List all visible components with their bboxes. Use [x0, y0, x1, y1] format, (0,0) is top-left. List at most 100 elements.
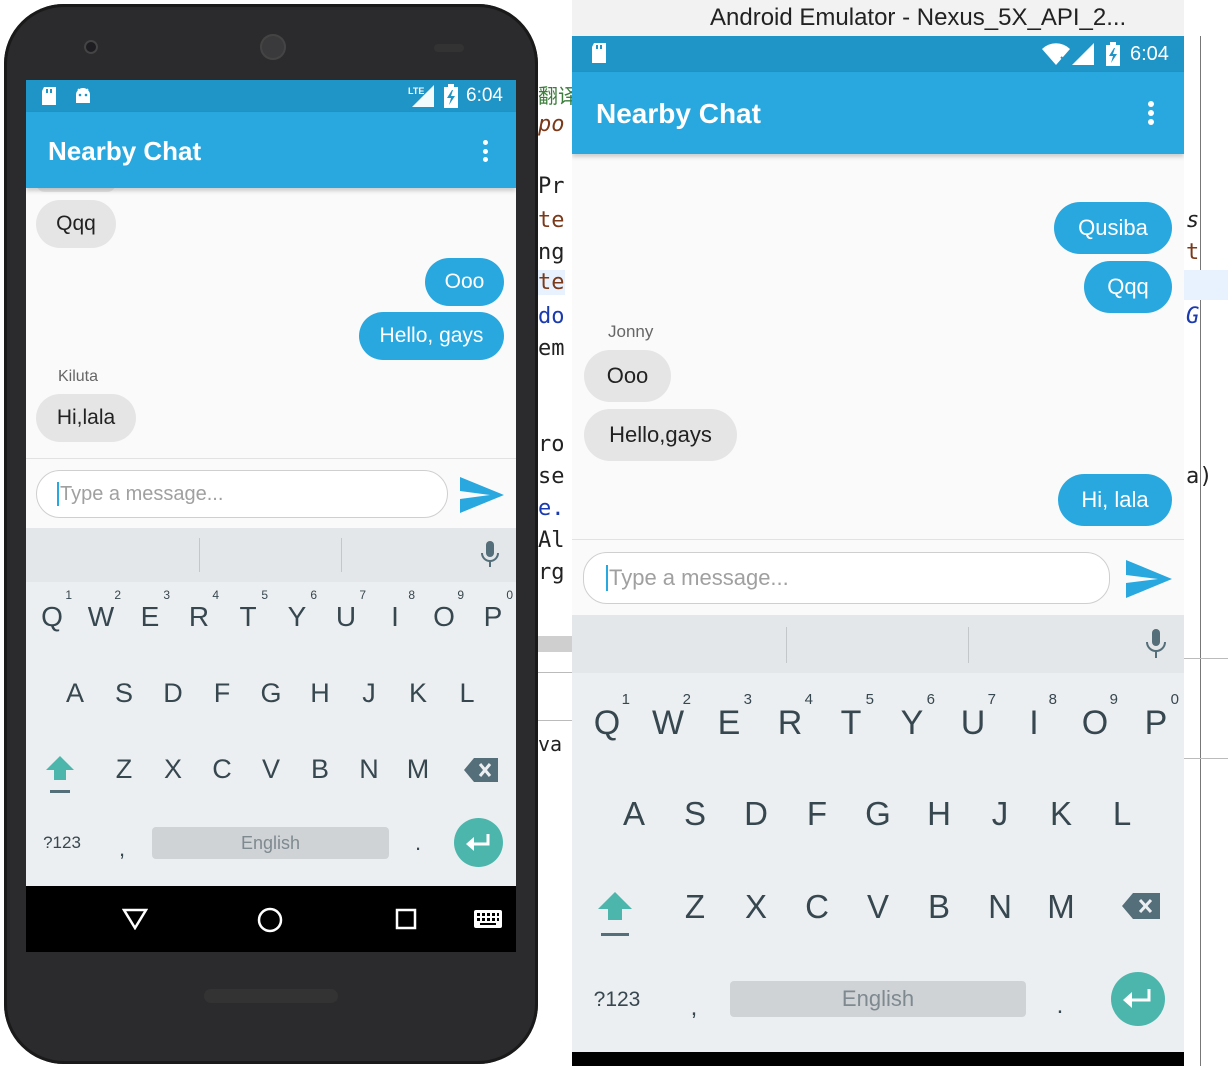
key-f[interactable]: F — [202, 670, 242, 716]
key-s[interactable]: S — [104, 670, 144, 716]
key-m[interactable]: M — [1039, 881, 1083, 933]
message-bubble-outgoing[interactable]: Ooo — [425, 258, 504, 306]
microphone-icon[interactable] — [1145, 629, 1167, 659]
key-t[interactable]: T5 — [826, 691, 876, 749]
key-y[interactable]: Y6 — [887, 691, 937, 749]
symbols-key[interactable]: ?123 — [586, 983, 648, 1017]
key-s[interactable]: S — [673, 788, 717, 840]
key-q[interactable]: Q1 — [582, 691, 632, 749]
send-icon[interactable] — [1126, 560, 1172, 598]
key-w[interactable]: W2 — [643, 691, 693, 749]
desktop: 翻译 po Pr te ng te do em ro se e. Al rg v… — [0, 0, 1228, 1066]
recents-nav-icon[interactable] — [395, 908, 417, 930]
message-list[interactable]: Qqq Ooo Hello, gays Kiluta Hi,lala — [26, 174, 516, 458]
key-o[interactable]: O9 — [422, 588, 466, 640]
key-n[interactable]: N — [978, 881, 1022, 933]
comma-key[interactable]: , — [110, 834, 134, 864]
comma-key[interactable]: , — [682, 991, 706, 1025]
overflow-menu-icon[interactable] — [1148, 101, 1154, 125]
message-bubble-incoming[interactable]: Hello,gays — [584, 409, 737, 461]
key-a[interactable]: A — [55, 670, 95, 716]
message-bubble-outgoing[interactable]: Qqq — [1084, 261, 1172, 313]
key-i[interactable]: I8 — [373, 588, 417, 640]
key-label: S — [114, 677, 133, 708]
key-r[interactable]: R4 — [177, 588, 221, 640]
overflow-menu-icon[interactable] — [483, 140, 489, 162]
key-hint-number: 2 — [114, 588, 121, 602]
enter-key[interactable] — [454, 818, 503, 867]
period-key[interactable]: . — [406, 828, 430, 858]
key-d[interactable]: D — [734, 788, 778, 840]
key-f[interactable]: F — [795, 788, 839, 840]
keyboard-switch-icon[interactable] — [474, 910, 502, 928]
key-q[interactable]: Q1 — [30, 588, 74, 640]
backspace-icon[interactable] — [1122, 893, 1160, 919]
space-bar[interactable]: English — [152, 827, 389, 859]
key-v[interactable]: V — [251, 746, 291, 792]
key-p[interactable]: P0 — [471, 588, 515, 640]
key-u[interactable]: U7 — [324, 588, 368, 640]
key-d[interactable]: D — [153, 670, 193, 716]
message-bubble-incoming[interactable]: Ooo — [584, 350, 671, 402]
key-g[interactable]: G — [856, 788, 900, 840]
key-x[interactable]: X — [153, 746, 193, 792]
key-p[interactable]: P0 — [1131, 691, 1181, 749]
key-b[interactable]: B — [300, 746, 340, 792]
key-c[interactable]: C — [795, 881, 839, 933]
suggestion-strip[interactable] — [572, 615, 1184, 673]
key-g[interactable]: G — [251, 670, 291, 716]
message-bubble-incoming[interactable]: Qqq — [36, 200, 116, 248]
key-c[interactable]: C — [202, 746, 242, 792]
message-list[interactable]: Qusiba Qqq Jonny Ooo Hello,gays Hi, lala — [572, 154, 1184, 539]
key-hint-number: 1 — [65, 588, 72, 602]
key-y[interactable]: Y6 — [275, 588, 319, 640]
shift-icon[interactable] — [44, 754, 76, 796]
key-u[interactable]: U7 — [948, 691, 998, 749]
key-e[interactable]: E3 — [128, 588, 172, 640]
enter-key[interactable] — [1111, 972, 1165, 1026]
key-t[interactable]: T5 — [226, 588, 270, 640]
key-v[interactable]: V — [856, 881, 900, 933]
ide-code-fragment: va — [538, 732, 563, 756]
ide-code-fragment: te — [538, 208, 565, 233]
key-h[interactable]: H — [300, 670, 340, 716]
message-input[interactable]: Type a message... — [583, 552, 1110, 604]
message-bubble-outgoing[interactable]: Hello, gays — [359, 312, 504, 360]
key-j[interactable]: J — [349, 670, 389, 716]
key-z[interactable]: Z — [104, 746, 144, 792]
suggestion-strip[interactable] — [26, 528, 516, 582]
space-bar[interactable]: English — [730, 981, 1026, 1017]
key-o[interactable]: O9 — [1070, 691, 1120, 749]
send-icon[interactable] — [460, 477, 504, 513]
symbols-key[interactable]: ?123 — [34, 828, 90, 858]
key-k[interactable]: K — [1039, 788, 1083, 840]
microphone-icon[interactable] — [480, 541, 500, 569]
key-l[interactable]: L — [1100, 788, 1144, 840]
message-bubble-outgoing[interactable]: Hi, lala — [1058, 474, 1172, 526]
back-nav-icon[interactable] — [122, 908, 148, 930]
key-j[interactable]: J — [978, 788, 1022, 840]
period-key[interactable]: . — [1048, 989, 1072, 1023]
message-bubble-outgoing[interactable]: Qusiba — [1054, 202, 1172, 254]
key-a[interactable]: A — [612, 788, 656, 840]
key-r[interactable]: R4 — [765, 691, 815, 749]
key-x[interactable]: X — [734, 881, 778, 933]
key-i[interactable]: I8 — [1009, 691, 1059, 749]
key-n[interactable]: N — [349, 746, 389, 792]
key-hint-number: 5 — [261, 588, 268, 602]
message-bubble-incoming[interactable]: Hi,lala — [36, 394, 136, 442]
key-w[interactable]: W2 — [79, 588, 123, 640]
key-h[interactable]: H — [917, 788, 961, 840]
key-m[interactable]: M — [398, 746, 438, 792]
key-e[interactable]: E3 — [704, 691, 754, 749]
message-input[interactable]: Type a message... — [36, 470, 448, 518]
home-nav-icon[interactable] — [256, 906, 284, 934]
key-b[interactable]: B — [917, 881, 961, 933]
key-z[interactable]: Z — [673, 881, 717, 933]
backspace-icon[interactable] — [464, 758, 498, 782]
key-label: X — [744, 888, 767, 925]
shift-icon[interactable] — [596, 890, 634, 940]
key-k[interactable]: K — [398, 670, 438, 716]
key-l[interactable]: L — [447, 670, 487, 716]
ide-code-fragment: t — [1186, 240, 1200, 265]
